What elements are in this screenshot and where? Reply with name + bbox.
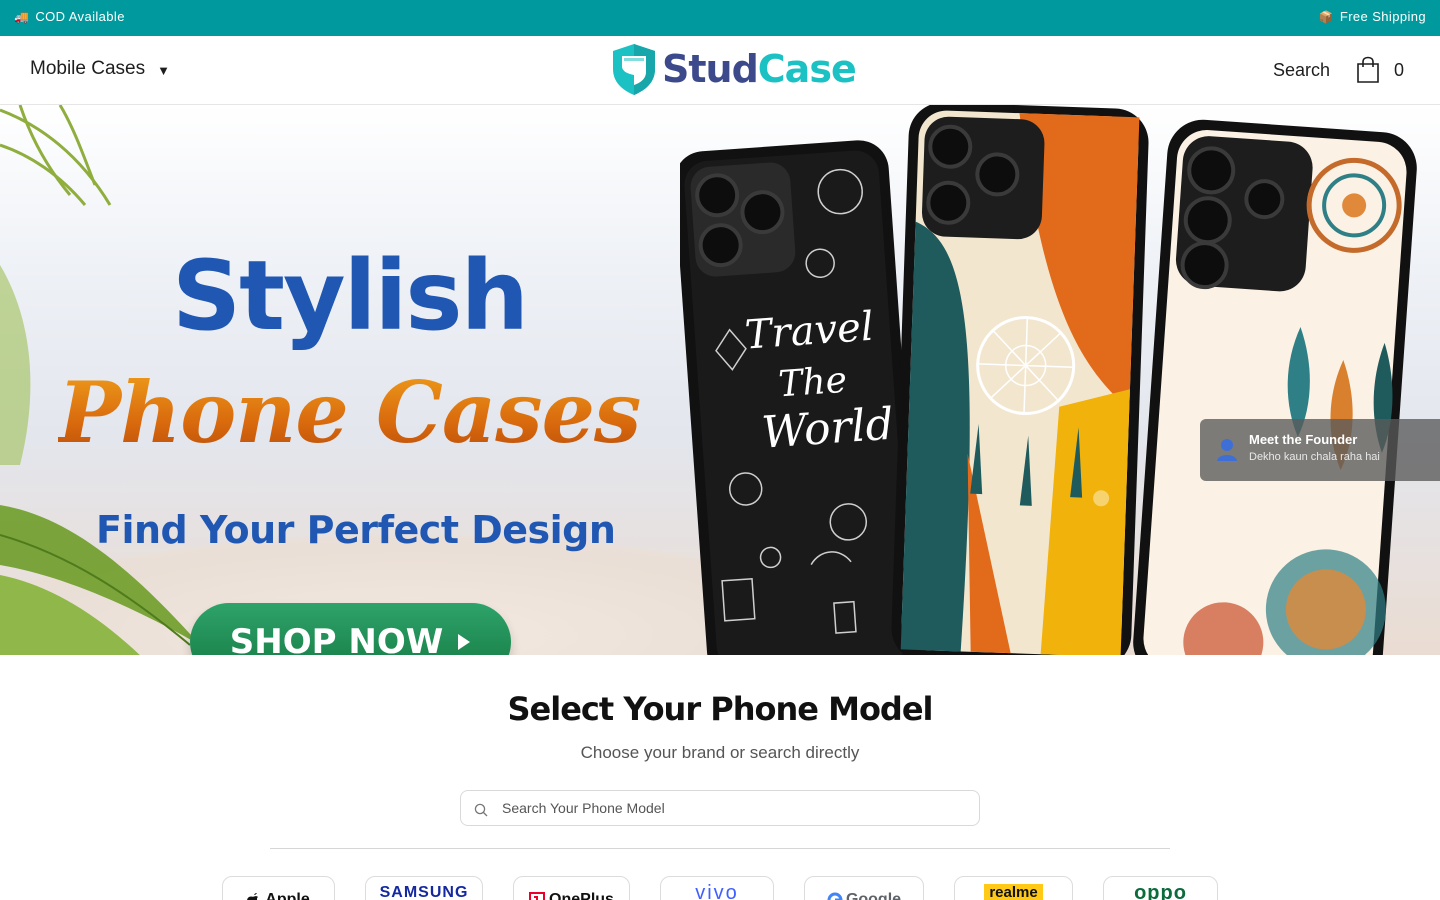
palm-leaf-bottom-left: [0, 505, 200, 655]
brand-realme[interactable]: realme: [954, 876, 1073, 900]
brand-oppo-label: oppo: [1134, 882, 1187, 900]
shipping-notice: 📦 Free Shipping: [1319, 9, 1426, 24]
shop-now-label: SHOP NOW: [229, 622, 444, 655]
play-arrow-icon: [458, 634, 471, 650]
svg-text:The: The: [777, 360, 848, 406]
apple-logo-icon: [247, 892, 259, 900]
brand-apple[interactable]: Apple: [222, 876, 335, 900]
brand-list: Apple SAMSUNG OnePlus vivo Google realme…: [0, 876, 1440, 900]
hero-tagline: Find Your Perfect Design: [96, 508, 616, 552]
cod-text: COD Available: [35, 9, 125, 24]
phone-cases-image: Travel The World: [680, 105, 1417, 655]
shield-logo-icon: [613, 44, 655, 95]
cart-count: 0: [1393, 59, 1404, 80]
brand-realme-label: realme: [984, 884, 1043, 900]
site-header: Mobile Cases ▼ StudCase Search 0: [0, 36, 1440, 105]
brand-google-label: Google: [827, 884, 901, 900]
announcement-bar: 🚚 COD Available 📦 Free Shipping: [0, 0, 1440, 36]
shopping-bag-icon: [1357, 56, 1379, 83]
caret-down-icon: ▼: [157, 63, 170, 78]
founder-title: Meet the Founder: [1249, 432, 1358, 447]
section-divider: [270, 848, 1170, 849]
cod-notice: 🚚 COD Available: [14, 9, 125, 24]
phone-case-boho: [1133, 119, 1417, 655]
brand-samsung[interactable]: SAMSUNG: [365, 876, 483, 900]
search-icon: [474, 803, 488, 816]
svg-text:Travel: Travel: [743, 304, 875, 359]
cart-button[interactable]: 0: [1356, 56, 1404, 84]
section-title: Select Your Phone Model: [507, 690, 934, 728]
palm-leaf-top-left: [0, 105, 112, 206]
shop-now-button[interactable]: SHOP NOW: [190, 603, 511, 655]
phone-case-dreamcatcher: [891, 105, 1149, 655]
mobile-cases-menu[interactable]: Mobile Cases ▼: [30, 58, 170, 80]
logo-text-stud: Stud: [662, 47, 759, 91]
hero-banner[interactable]: Stylish Phone Cases Find Your Perfect De…: [0, 105, 1440, 655]
studcase-logo[interactable]: StudCase: [610, 42, 857, 96]
palm-leaf-left: [0, 265, 31, 465]
brand-oneplus-label: OnePlus: [529, 884, 614, 900]
truck-icon: 🚚: [14, 9, 30, 24]
brand-oppo[interactable]: oppo: [1103, 876, 1218, 900]
brand-oneplus[interactable]: OnePlus: [513, 876, 630, 900]
brand-vivo-label: vivo: [695, 882, 739, 900]
phone-model-search[interactable]: [460, 790, 980, 826]
search-link[interactable]: Search: [1273, 60, 1330, 81]
package-icon: 📦: [1318, 9, 1334, 24]
brand-vivo[interactable]: vivo: [660, 876, 774, 900]
founder-subtitle: Dekho kaun chala raha hai: [1249, 451, 1380, 463]
hero-headline: Stylish: [172, 240, 529, 352]
phone-case-travel: Travel The World: [680, 140, 922, 655]
shipping-text: Free Shipping: [1339, 9, 1426, 24]
header-actions: Search 0: [1273, 56, 1404, 84]
brand-google[interactable]: Google: [804, 876, 924, 900]
meet-founder-widget[interactable]: Meet the Founder Dekho kaun chala raha h…: [1200, 419, 1440, 481]
google-logo-icon: [827, 892, 843, 900]
person-icon: [1217, 439, 1237, 461]
hero-headline-cases: Phone Cases: [58, 363, 641, 462]
brand-samsung-label: SAMSUNG: [379, 884, 469, 900]
search-input[interactable]: [502, 800, 942, 816]
menu-label: Mobile Cases: [30, 58, 146, 79]
logo-text-case: Case: [757, 47, 857, 91]
brand-apple-label: Apple: [247, 884, 310, 900]
section-subtitle: Choose your brand or search directly: [580, 743, 860, 762]
svg-text:World: World: [760, 399, 895, 459]
oneplus-logo-icon: [529, 891, 546, 900]
